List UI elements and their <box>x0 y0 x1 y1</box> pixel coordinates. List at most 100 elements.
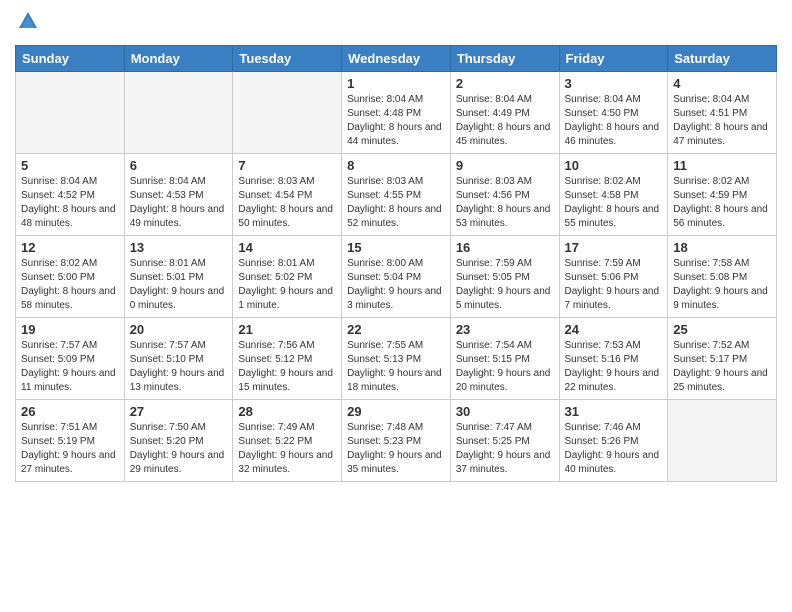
day-info: Sunrise: 7:54 AM Sunset: 5:15 PM Dayligh… <box>456 339 554 395</box>
week-row-4: 19 Sunrise: 7:57 AM Sunset: 5:09 PM Dayli… <box>16 317 777 399</box>
day-number: 28 <box>238 404 336 419</box>
day-info: Sunrise: 7:52 AM Sunset: 5:17 PM Dayligh… <box>673 339 771 395</box>
week-row-2: 5Sunrise: 8:04 AM Sunset: 4:52 PM Daylig… <box>16 153 777 235</box>
calendar-cell: 14 Sunrise: 8:01 AM Sunset: 5:02 PM Dayli… <box>233 235 342 317</box>
day-info: Sunrise: 7:51 AM Sunset: 5:19 PM Dayligh… <box>21 421 119 477</box>
calendar-cell: 19 Sunrise: 7:57 AM Sunset: 5:09 PM Dayli… <box>16 317 125 399</box>
day-number: 29 <box>347 404 445 419</box>
day-number: 14 <box>238 240 336 255</box>
calendar-cell: 21 Sunrise: 7:56 AM Sunset: 5:12 PM Dayli… <box>233 317 342 399</box>
weekday-header-wednesday: Wednesday <box>342 45 451 71</box>
day-number: 31 <box>565 404 663 419</box>
day-info: Sunrise: 8:01 AM Sunset: 5:02 PM Dayligh… <box>238 257 336 313</box>
day-info: Sunrise: 7:59 AM Sunset: 5:05 PM Dayligh… <box>456 257 554 313</box>
calendar-cell: 18 Sunrise: 7:58 AM Sunset: 5:08 PM Dayli… <box>668 235 777 317</box>
day-number: 24 <box>565 322 663 337</box>
weekday-header-sunday: Sunday <box>16 45 125 71</box>
day-number: 3 <box>565 76 663 91</box>
day-number: 27 <box>130 404 228 419</box>
calendar-cell <box>668 399 777 481</box>
weekday-header-thursday: Thursday <box>450 45 559 71</box>
day-info: Sunrise: 8:03 AM Sunset: 4:55 PM Dayligh… <box>347 175 445 231</box>
calendar-cell: 2 Sunrise: 8:04 AM Sunset: 4:49 PM Daylig… <box>450 71 559 153</box>
calendar-cell: 7 Sunrise: 8:03 AM Sunset: 4:54 PM Daylig… <box>233 153 342 235</box>
calendar-cell: 24 Sunrise: 7:53 AM Sunset: 5:16 PM Dayli… <box>559 317 668 399</box>
calendar-cell: 22 Sunrise: 7:55 AM Sunset: 5:13 PM Dayli… <box>342 317 451 399</box>
day-number: 1 <box>347 76 445 91</box>
day-number: 21 <box>238 322 336 337</box>
day-info: Sunrise: 8:03 AM Sunset: 4:54 PM Dayligh… <box>238 175 336 231</box>
day-number: 12 <box>21 240 119 255</box>
day-number: 10 <box>565 158 663 173</box>
day-number: 7 <box>238 158 336 173</box>
day-info: Sunrise: 8:04 AM Sunset: 4:49 PM Dayligh… <box>456 93 554 149</box>
day-number: 4 <box>673 76 771 91</box>
calendar-cell <box>16 71 125 153</box>
calendar-cell: 29 Sunrise: 7:48 AM Sunset: 5:23 PM Dayli… <box>342 399 451 481</box>
day-info: Sunrise: 7:49 AM Sunset: 5:22 PM Dayligh… <box>238 421 336 477</box>
week-row-3: 12 Sunrise: 8:02 AM Sunset: 5:00 PM Dayli… <box>16 235 777 317</box>
logo-icon <box>17 10 39 32</box>
day-info: Sunrise: 7:58 AM Sunset: 5:08 PM Dayligh… <box>673 257 771 313</box>
calendar-cell: 30Sunrise: 7:47 AM Sunset: 5:25 PM Dayli… <box>450 399 559 481</box>
day-number: 2 <box>456 76 554 91</box>
calendar-cell: 13 Sunrise: 8:01 AM Sunset: 5:01 PM Dayli… <box>124 235 233 317</box>
calendar-cell: 17Sunrise: 7:59 AM Sunset: 5:06 PM Dayli… <box>559 235 668 317</box>
day-info: Sunrise: 8:03 AM Sunset: 4:56 PM Dayligh… <box>456 175 554 231</box>
day-info: Sunrise: 7:48 AM Sunset: 5:23 PM Dayligh… <box>347 421 445 477</box>
day-info: Sunrise: 7:50 AM Sunset: 5:20 PM Dayligh… <box>130 421 228 477</box>
week-row-5: 26Sunrise: 7:51 AM Sunset: 5:19 PM Dayli… <box>16 399 777 481</box>
calendar-cell: 15 Sunrise: 8:00 AM Sunset: 5:04 PM Dayli… <box>342 235 451 317</box>
day-info: Sunrise: 8:00 AM Sunset: 5:04 PM Dayligh… <box>347 257 445 313</box>
day-info: Sunrise: 7:57 AM Sunset: 5:10 PM Dayligh… <box>130 339 228 395</box>
day-number: 6 <box>130 158 228 173</box>
day-number: 13 <box>130 240 228 255</box>
calendar-cell: 25 Sunrise: 7:52 AM Sunset: 5:17 PM Dayli… <box>668 317 777 399</box>
calendar-cell: 5Sunrise: 8:04 AM Sunset: 4:52 PM Daylig… <box>16 153 125 235</box>
day-number: 22 <box>347 322 445 337</box>
calendar-cell: 28 Sunrise: 7:49 AM Sunset: 5:22 PM Dayli… <box>233 399 342 481</box>
weekday-header-row: SundayMondayTuesdayWednesdayThursdayFrid… <box>16 45 777 71</box>
logo-text <box>15 10 39 37</box>
calendar-cell: 6 Sunrise: 8:04 AM Sunset: 4:53 PM Daylig… <box>124 153 233 235</box>
day-number: 20 <box>130 322 228 337</box>
calendar-cell: 3Sunrise: 8:04 AM Sunset: 4:50 PM Daylig… <box>559 71 668 153</box>
calendar-cell <box>233 71 342 153</box>
day-info: Sunrise: 7:55 AM Sunset: 5:13 PM Dayligh… <box>347 339 445 395</box>
day-number: 25 <box>673 322 771 337</box>
calendar-cell: 1 Sunrise: 8:04 AM Sunset: 4:48 PM Daylig… <box>342 71 451 153</box>
day-info: Sunrise: 8:02 AM Sunset: 4:59 PM Dayligh… <box>673 175 771 231</box>
calendar-cell <box>124 71 233 153</box>
day-info: Sunrise: 8:01 AM Sunset: 5:01 PM Dayligh… <box>130 257 228 313</box>
day-number: 16 <box>456 240 554 255</box>
day-info: Sunrise: 7:46 AM Sunset: 5:26 PM Dayligh… <box>565 421 663 477</box>
day-number: 18 <box>673 240 771 255</box>
page: SundayMondayTuesdayWednesdayThursdayFrid… <box>0 0 792 492</box>
day-info: Sunrise: 8:04 AM Sunset: 4:51 PM Dayligh… <box>673 93 771 149</box>
day-info: Sunrise: 8:04 AM Sunset: 4:48 PM Dayligh… <box>347 93 445 149</box>
day-info: Sunrise: 7:47 AM Sunset: 5:25 PM Dayligh… <box>456 421 554 477</box>
calendar-cell: 31 Sunrise: 7:46 AM Sunset: 5:26 PM Dayli… <box>559 399 668 481</box>
day-number: 15 <box>347 240 445 255</box>
calendar-cell: 11Sunrise: 8:02 AM Sunset: 4:59 PM Dayli… <box>668 153 777 235</box>
weekday-header-monday: Monday <box>124 45 233 71</box>
day-info: Sunrise: 8:04 AM Sunset: 4:53 PM Dayligh… <box>130 175 228 231</box>
calendar-cell: 4 Sunrise: 8:04 AM Sunset: 4:51 PM Daylig… <box>668 71 777 153</box>
day-number: 19 <box>21 322 119 337</box>
day-info: Sunrise: 7:56 AM Sunset: 5:12 PM Dayligh… <box>238 339 336 395</box>
day-number: 9 <box>456 158 554 173</box>
day-info: Sunrise: 8:02 AM Sunset: 5:00 PM Dayligh… <box>21 257 119 313</box>
day-info: Sunrise: 7:53 AM Sunset: 5:16 PM Dayligh… <box>565 339 663 395</box>
week-row-1: 1 Sunrise: 8:04 AM Sunset: 4:48 PM Daylig… <box>16 71 777 153</box>
day-info: Sunrise: 8:02 AM Sunset: 4:58 PM Dayligh… <box>565 175 663 231</box>
calendar-cell: 26Sunrise: 7:51 AM Sunset: 5:19 PM Dayli… <box>16 399 125 481</box>
day-info: Sunrise: 7:57 AM Sunset: 5:09 PM Dayligh… <box>21 339 119 395</box>
calendar-table: SundayMondayTuesdayWednesdayThursdayFrid… <box>15 45 777 482</box>
weekday-header-tuesday: Tuesday <box>233 45 342 71</box>
header <box>15 10 777 37</box>
calendar-cell: 23Sunrise: 7:54 AM Sunset: 5:15 PM Dayli… <box>450 317 559 399</box>
weekday-header-friday: Friday <box>559 45 668 71</box>
weekday-header-saturday: Saturday <box>668 45 777 71</box>
day-number: 8 <box>347 158 445 173</box>
calendar-cell: 10 Sunrise: 8:02 AM Sunset: 4:58 PM Dayli… <box>559 153 668 235</box>
